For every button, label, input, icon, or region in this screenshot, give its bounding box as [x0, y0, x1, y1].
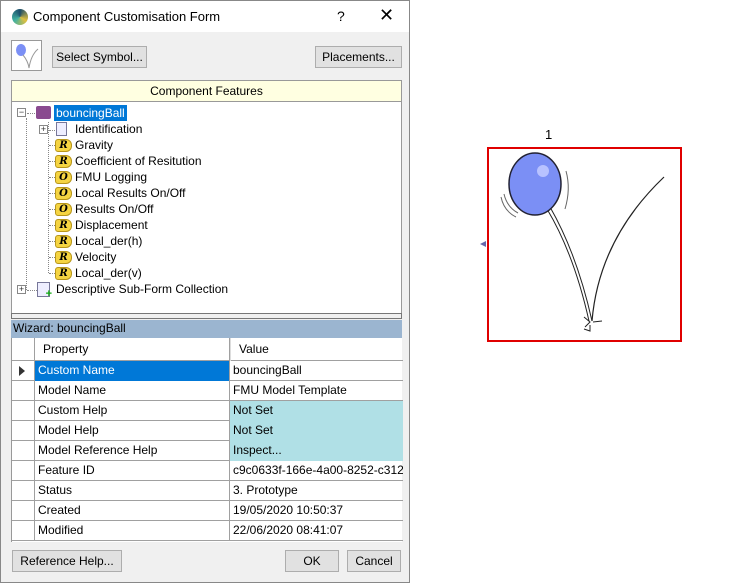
property-grid: Property Value Custom Name bouncingBall … [11, 338, 403, 542]
row-header[interactable] [12, 501, 35, 521]
ok-button[interactable]: OK [285, 550, 339, 572]
tree-item[interactable]: Displacement [75, 217, 148, 233]
option-parameter-icon: O [55, 203, 72, 216]
grid-header: Property Value [12, 338, 403, 361]
bouncing-ball-symbol-icon [500, 152, 665, 332]
table-row[interactable]: Created 19/05/2020 10:50:37 [12, 501, 403, 521]
current-row-icon [19, 366, 25, 376]
tree-item[interactable]: Coefficient of Resitution [75, 153, 202, 169]
bouncing-ball-thumbnail-icon [16, 44, 39, 69]
property-cell[interactable]: Status [35, 481, 230, 501]
value-cell[interactable]: Inspect... [230, 441, 403, 461]
row-header[interactable] [12, 361, 35, 381]
value-cell[interactable]: Not Set [230, 421, 403, 441]
component-features-header: Component Features [11, 80, 402, 102]
port-arrow-icon[interactable] [480, 241, 486, 247]
symbol-preview [11, 40, 42, 71]
window-title: Component Customisation Form [33, 9, 221, 24]
value-column-header[interactable]: Value [230, 338, 403, 361]
property-cell[interactable]: Custom Help [35, 401, 230, 421]
property-cell[interactable]: Custom Name [35, 361, 230, 381]
value-cell[interactable]: 22/06/2020 08:41:07 [230, 521, 403, 541]
document-icon [56, 122, 67, 136]
tree-item[interactable]: Local_der(v) [75, 265, 142, 281]
expand-icon[interactable]: + [17, 285, 26, 294]
symbol-instance-label: 1 [545, 127, 553, 142]
splitter[interactable] [11, 313, 402, 319]
real-parameter-icon: R [55, 155, 72, 168]
tree-item[interactable]: Velocity [75, 249, 116, 265]
table-row[interactable]: Model Help Not Set [12, 421, 403, 441]
placements-button[interactable]: Placements... [315, 46, 402, 68]
select-symbol-button[interactable]: Select Symbol... [52, 46, 147, 68]
table-row[interactable]: Modified 22/06/2020 08:41:07 [12, 521, 403, 541]
table-row[interactable]: Status 3. Prototype [12, 481, 403, 501]
collapse-icon[interactable]: − [17, 108, 26, 117]
real-parameter-icon: R [55, 235, 72, 248]
reference-help-button[interactable]: Reference Help... [12, 550, 122, 572]
option-parameter-icon: O [55, 187, 72, 200]
value-cell[interactable]: bouncingBall [230, 361, 403, 381]
row-header[interactable] [12, 521, 35, 541]
table-row[interactable]: Model Reference Help Inspect... [12, 441, 403, 461]
tree-item[interactable]: Identification [75, 121, 142, 137]
tree-item[interactable]: Local_der(h) [75, 233, 142, 249]
component-customisation-dialog: Component Customisation Form ? ✕ Select … [0, 0, 410, 583]
table-row[interactable]: Custom Name bouncingBall [12, 361, 403, 381]
cancel-button[interactable]: Cancel [347, 550, 401, 572]
table-row[interactable]: Model Name FMU Model Template [12, 381, 403, 401]
table-row[interactable]: Custom Help Not Set [12, 401, 403, 421]
property-cell[interactable]: Model Help [35, 421, 230, 441]
row-header[interactable] [12, 401, 35, 421]
tree-item[interactable]: Local Results On/Off [75, 185, 186, 201]
help-button[interactable]: ? [337, 8, 345, 24]
tree-item[interactable]: Gravity [75, 137, 113, 153]
title-bar: Component Customisation Form ? ✕ [1, 1, 409, 32]
real-parameter-icon: R [55, 267, 72, 280]
real-parameter-icon: R [55, 139, 72, 152]
close-button[interactable]: ✕ [379, 5, 394, 26]
property-cell[interactable]: Model Reference Help [35, 441, 230, 461]
add-document-icon: + [37, 282, 52, 300]
property-column-header[interactable]: Property [35, 338, 230, 361]
tree-root-bouncingball[interactable]: bouncingBall [54, 105, 127, 121]
property-cell[interactable]: Modified [35, 521, 230, 541]
row-header-corner [12, 338, 35, 361]
real-parameter-icon: R [55, 251, 72, 264]
tree-item-collection[interactable]: Descriptive Sub-Form Collection [56, 281, 228, 297]
wizard-title: Wizard: bouncingBall [11, 320, 402, 338]
property-cell[interactable]: Created [35, 501, 230, 521]
tree-item[interactable]: Results On/Off [75, 201, 153, 217]
row-header[interactable] [12, 381, 35, 401]
row-header[interactable] [12, 421, 35, 441]
value-cell[interactable]: 3. Prototype [230, 481, 403, 501]
value-cell[interactable]: c9c0633f-166e-4a00-8252-c312... [230, 461, 403, 481]
table-row[interactable]: Feature ID c9c0633f-166e-4a00-8252-c312.… [12, 461, 403, 481]
symbol-canvas[interactable] [487, 147, 682, 342]
value-cell[interactable]: Not Set [230, 401, 403, 421]
expand-icon[interactable]: + [39, 125, 48, 134]
property-cell[interactable]: Model Name [35, 381, 230, 401]
row-header[interactable] [12, 481, 35, 501]
real-parameter-icon: R [55, 219, 72, 232]
app-icon [12, 9, 28, 25]
features-tree[interactable]: − bouncingBall + Identification R Gravit… [11, 102, 402, 314]
option-parameter-icon: O [55, 171, 72, 184]
value-cell[interactable]: 19/05/2020 10:50:37 [230, 501, 403, 521]
row-header[interactable] [12, 441, 35, 461]
row-header[interactable] [12, 461, 35, 481]
value-cell[interactable]: FMU Model Template [230, 381, 403, 401]
property-cell[interactable]: Feature ID [35, 461, 230, 481]
component-icon [36, 106, 51, 119]
tree-item[interactable]: FMU Logging [75, 169, 147, 185]
